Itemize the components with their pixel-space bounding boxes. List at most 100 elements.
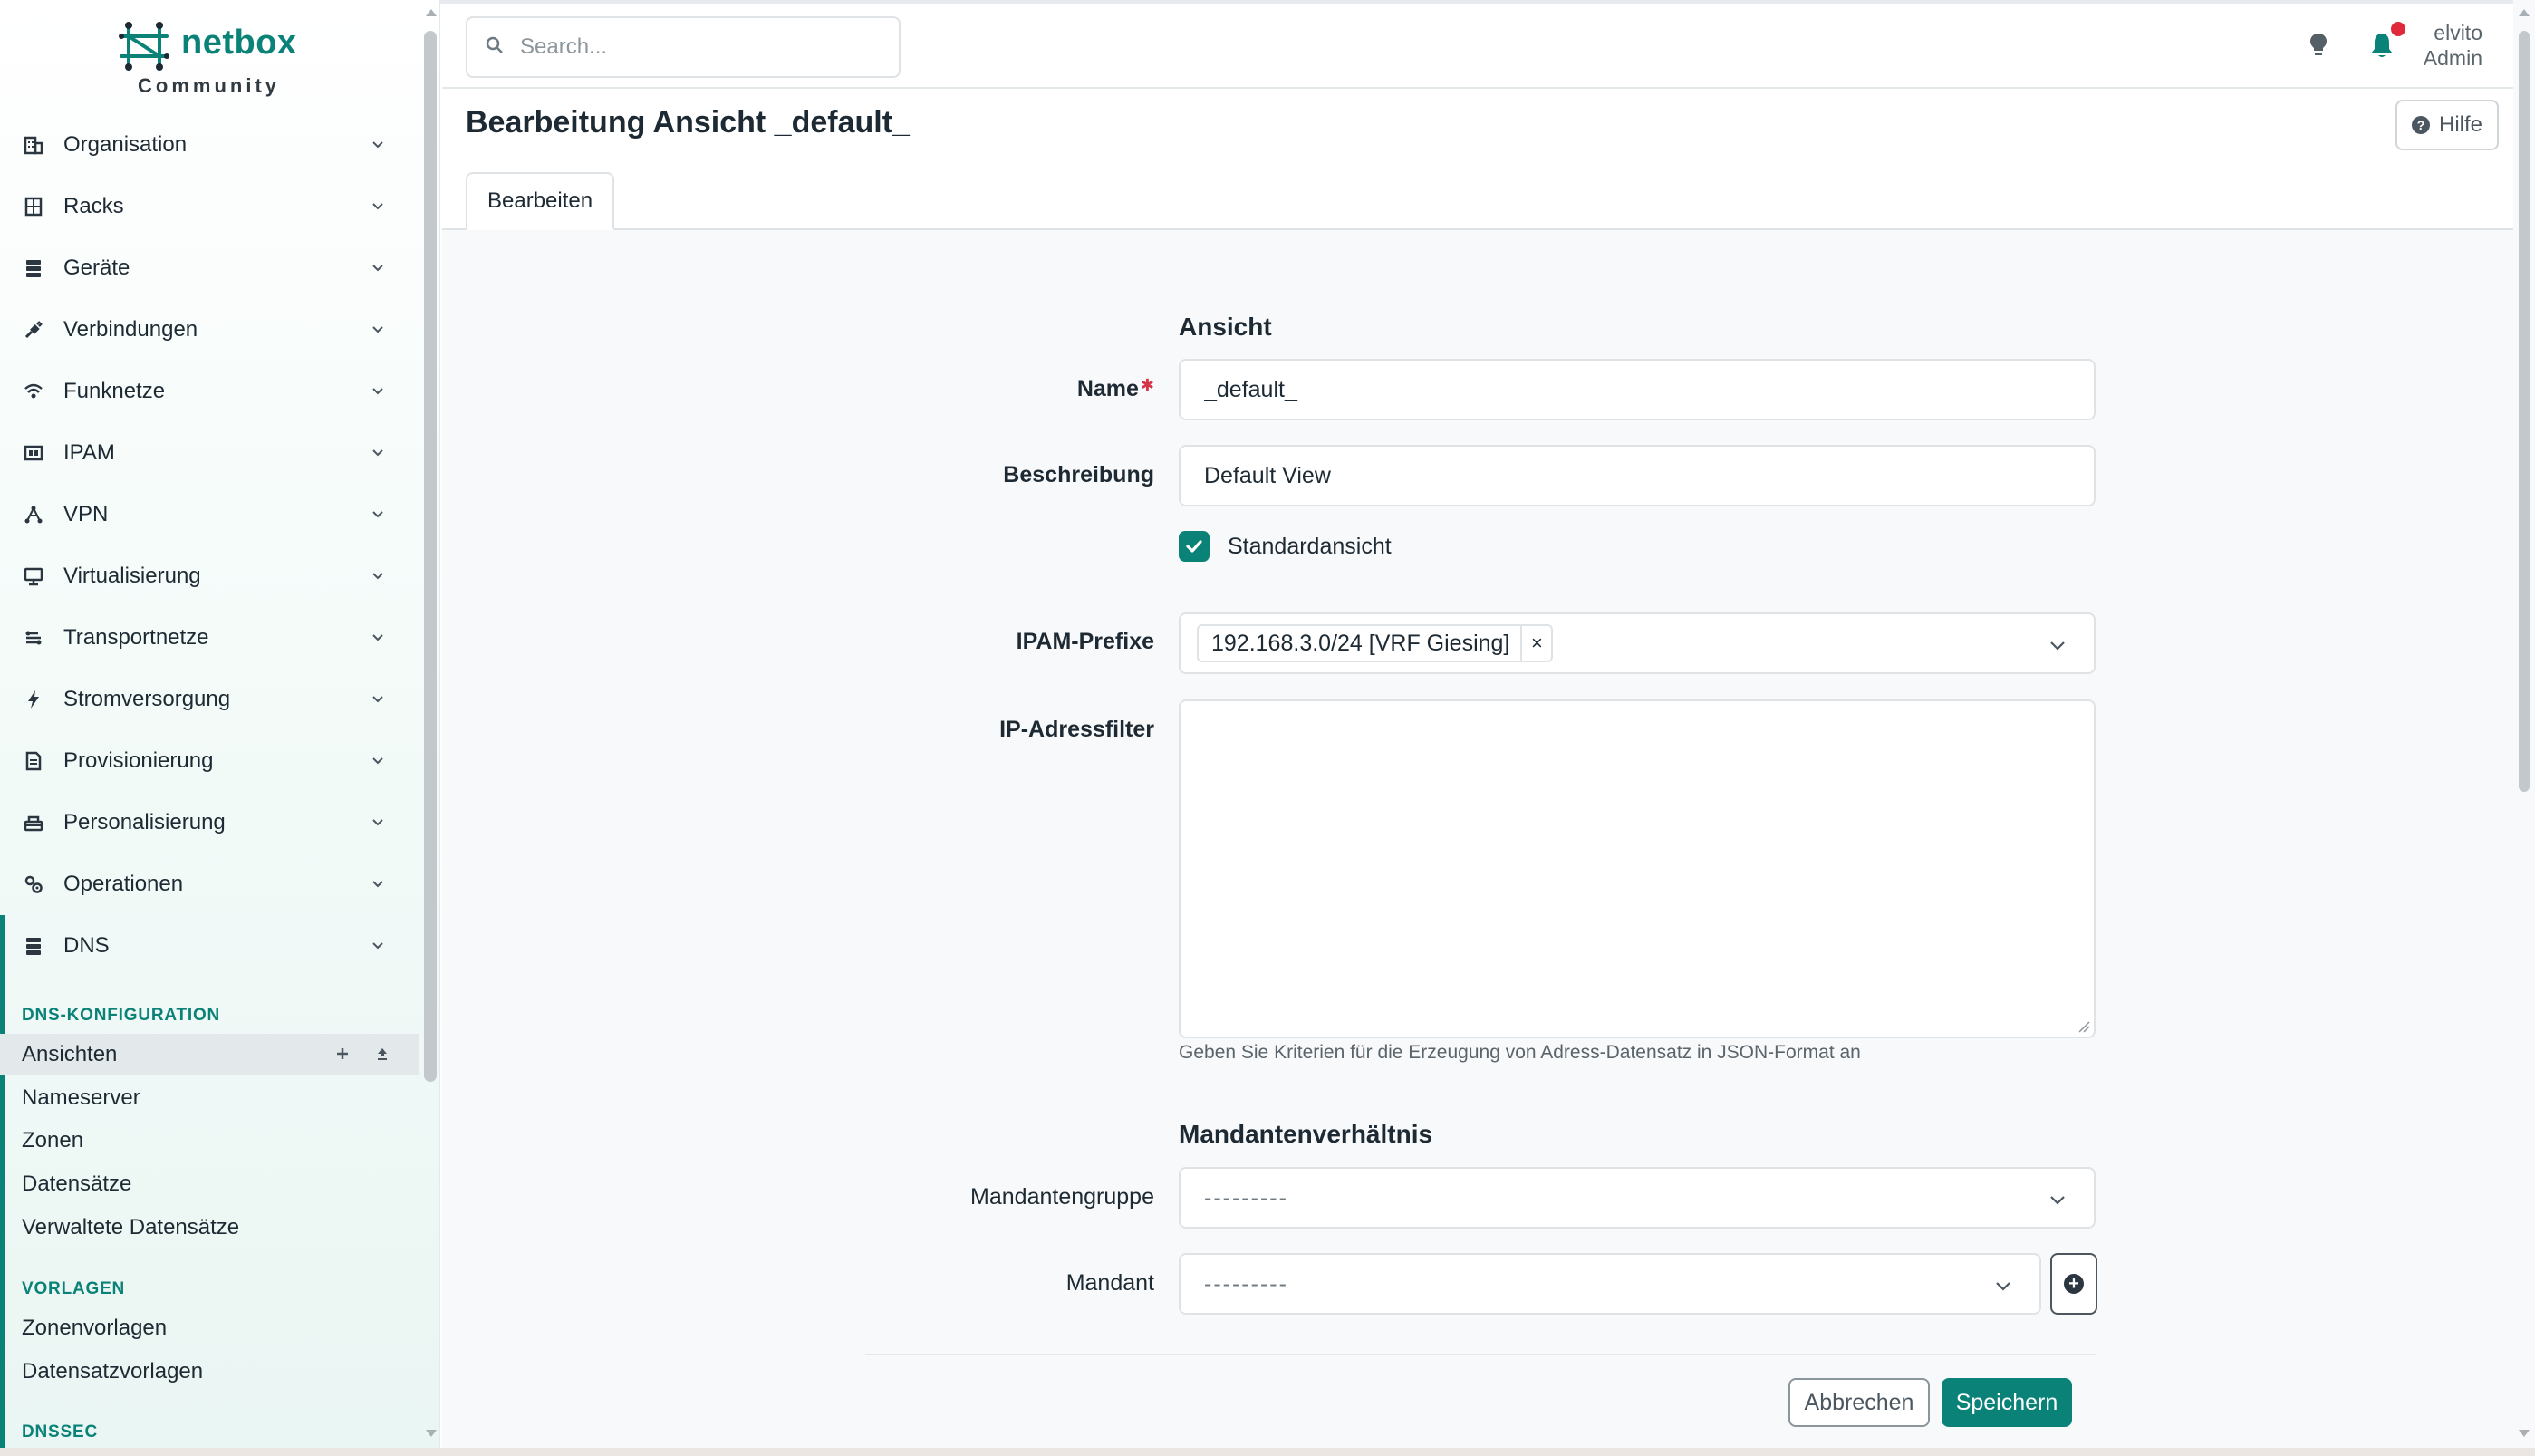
chevron-down-icon [364, 316, 391, 343]
search-input[interactable] [520, 34, 864, 60]
name-label: Name ✱ [792, 376, 1154, 402]
default-view-checkbox[interactable] [1179, 531, 1210, 562]
menu-item-stromversorgung[interactable]: Stromversorgung [0, 669, 419, 730]
chevron-down-icon [364, 563, 391, 590]
scroll-down-icon[interactable] [426, 1430, 437, 1437]
menu-item-virtualisierung[interactable]: Virtualisierung [0, 545, 419, 607]
submenu-item-verwaltete-datensaetze[interactable]: Verwaltete Datensätze [0, 1207, 419, 1249]
description-input[interactable] [1204, 462, 2056, 489]
name-label-text: Name [1076, 376, 1139, 401]
add-tenant-button[interactable]: + [2050, 1253, 2097, 1315]
import-icon[interactable] [375, 1043, 390, 1066]
chevron-down-icon [364, 686, 391, 713]
menu-item-organisation[interactable]: Organisation [0, 114, 419, 176]
brand-logo[interactable]: netbox Community [116, 18, 333, 105]
chevron-down-icon [364, 624, 391, 651]
building-icon [22, 133, 45, 157]
menu-item-label: DNS [63, 933, 110, 958]
chevron-down-icon[interactable] [2047, 1189, 2068, 1210]
tunnel-icon [22, 503, 45, 526]
server-icon [22, 256, 45, 280]
tenant-select[interactable]: --------- [1179, 1253, 2041, 1315]
remove-tag-icon[interactable]: × [1520, 624, 1551, 662]
notifications-bell-icon[interactable] [2364, 22, 2405, 63]
form-divider [865, 1354, 2096, 1355]
lightbulb-icon[interactable] [2302, 29, 2335, 62]
chevron-down-icon [364, 378, 391, 405]
chevron-down-icon [364, 439, 391, 467]
submenu-item-datensatzvorlagen[interactable]: Datensatzvorlagen [0, 1351, 419, 1393]
description-field[interactable] [1179, 445, 2096, 506]
default-view-label: Standardansicht [1228, 533, 1392, 559]
chevron-down-icon [364, 193, 391, 220]
scroll-up-icon[interactable] [2519, 9, 2530, 16]
menu-item-label: Stromversorgung [63, 687, 231, 711]
default-view-row[interactable]: Standardansicht [1179, 531, 1392, 562]
prefix-tag-label: 192.168.3.0/24 [VRF Giesing] [1211, 630, 1510, 656]
submenu-item-ansichten[interactable]: Ansichten [0, 1034, 419, 1075]
menu-item-provisionierung[interactable]: Provisionierung [0, 730, 419, 792]
section-title-view: Ansicht [1179, 313, 1272, 341]
menu-item-geraete[interactable]: Geräte [0, 237, 419, 299]
window-bottom-edge [0, 1448, 2535, 1456]
submenu-heading-dnssec: DNSSEC [22, 1422, 98, 1442]
submenu-heading-vorlagen: VORLAGEN [22, 1279, 126, 1298]
tenant-group-select[interactable]: --------- [1179, 1167, 2096, 1229]
user-menu[interactable]: elvito Admin [2424, 20, 2482, 71]
menu-item-ipam[interactable]: IPAM [0, 422, 419, 484]
ip-filter-textarea[interactable] [1181, 701, 2094, 1037]
tenant-group-value: --------- [1204, 1184, 1288, 1210]
menu-item-verbindungen[interactable]: Verbindungen [0, 299, 419, 361]
sidebar: netbox Community Organisation Racks Gerä… [0, 0, 440, 1456]
user-role: Admin [2423, 46, 2482, 70]
menu-item-personalisierung[interactable]: Personalisierung [0, 792, 419, 853]
chevron-down-icon [364, 131, 391, 159]
user-name: elvito [2434, 21, 2482, 44]
tenant-group-label: Mandantengruppe [970, 1184, 1154, 1210]
question-circle-icon: ? [2412, 116, 2430, 134]
sidebar-scroll-thumb[interactable] [424, 31, 437, 1082]
page-title: Bearbeitung Ansicht _default_ [466, 105, 910, 140]
brand-edition: Community [138, 74, 280, 97]
server-icon [22, 934, 45, 958]
cancel-button[interactable]: Abbrechen [1788, 1378, 1930, 1427]
tab-bearbeiten[interactable]: Bearbeiten [466, 172, 615, 230]
search-box[interactable] [466, 16, 901, 78]
save-button[interactable]: Speichern [1942, 1378, 2072, 1427]
submenu-item-label: Nameserver [22, 1085, 140, 1110]
add-icon[interactable] [335, 1043, 350, 1066]
submenu-item-zonenvorlagen[interactable]: Zonenvorlagen [0, 1307, 419, 1349]
menu-item-label: Transportnetze [63, 625, 209, 650]
menu-item-label: IPAM [63, 440, 115, 465]
scroll-up-icon[interactable] [426, 9, 437, 16]
chevron-down-icon[interactable] [1992, 1275, 2014, 1297]
help-button[interactable]: ? Hilfe [2395, 100, 2500, 150]
name-input[interactable] [1204, 376, 2056, 403]
prefixes-select[interactable]: 192.168.3.0/24 [VRF Giesing] × [1179, 612, 2096, 674]
ip-icon [22, 441, 45, 465]
submenu-item-label: Zonen [22, 1128, 84, 1152]
sidebar-scrollbar[interactable] [420, 0, 440, 1456]
menu-item-operationen[interactable]: Operationen [0, 853, 419, 915]
chevron-down-icon [364, 501, 391, 528]
menu-item-funknetze[interactable]: Funknetze [0, 361, 419, 422]
menu-item-racks[interactable]: Racks [0, 176, 419, 237]
chevron-down-icon[interactable] [2047, 634, 2068, 656]
resize-handle-icon[interactable] [2077, 1020, 2090, 1033]
plus-circle-icon: + [2064, 1274, 2084, 1294]
scroll-down-icon[interactable] [2519, 1430, 2530, 1437]
menu-item-transportnetze[interactable]: Transportnetze [0, 607, 419, 669]
submenu-item-nameserver[interactable]: Nameserver [0, 1077, 419, 1119]
customize-icon [22, 811, 45, 834]
submenu-item-datensaetze[interactable]: Datensätze [0, 1163, 419, 1205]
top-bar: elvito Admin [442, 0, 2513, 89]
main-scroll-thumb[interactable] [2519, 31, 2530, 792]
menu-item-label: Virtualisierung [63, 564, 201, 588]
main-scrollbar[interactable] [2513, 0, 2535, 1456]
submenu-item-zonen[interactable]: Zonen [0, 1120, 419, 1162]
menu-item-dns[interactable]: DNS [0, 915, 419, 977]
menu-item-vpn[interactable]: VPN [0, 484, 419, 545]
menu-item-label: Organisation [63, 132, 188, 157]
name-field[interactable] [1179, 359, 2096, 420]
menu-item-label: Funknetze [63, 379, 166, 403]
